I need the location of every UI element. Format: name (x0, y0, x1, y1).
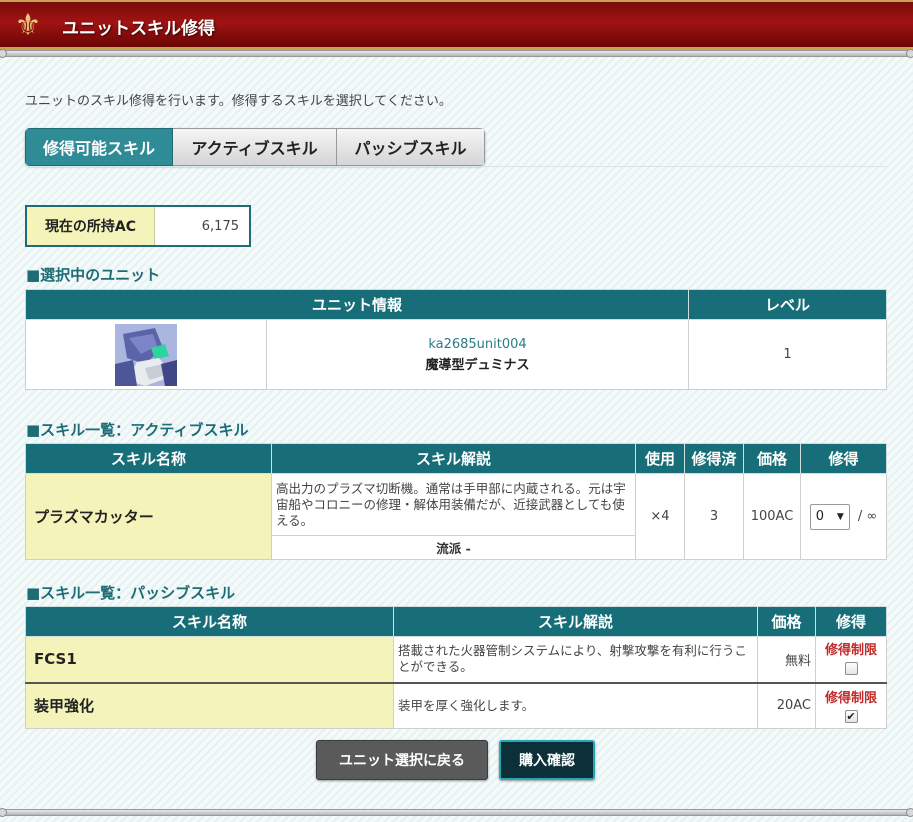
acquire-limit-label: 修得制限 (824, 643, 877, 659)
rail-knob-left (0, 49, 7, 58)
active-skill-learned: 3 (684, 473, 744, 560)
unit-name: 魔導型デュミナス (425, 357, 530, 373)
active-acquire-header: 修得 (800, 443, 887, 474)
ac-value: 6,175 (201, 218, 239, 234)
tab-active-skills[interactable]: アクティブスキル (173, 128, 337, 166)
table-row: 装甲強化 装甲を厚く強化します。 20AC 修得制限 ✔ (25, 682, 887, 729)
rail-knob-right (906, 808, 913, 817)
passive-skill-price: 無料 (757, 636, 816, 683)
top-rail (0, 49, 913, 58)
unit-robot-image (115, 323, 177, 386)
rail-knob-right (906, 49, 913, 58)
active-name-header: スキル名称 (25, 443, 272, 474)
level-header: レベル (688, 289, 887, 320)
active-skills-table: スキル名称 スキル解説 使用 修得済 価格 修得 プラズマカッター 高出力のプラ… (25, 443, 887, 560)
active-skill-name: プラズマカッター (25, 473, 272, 560)
active-skills-title: ■スキル一覧：アクティブスキル (26, 421, 249, 439)
unit-thumbnail-cell (25, 319, 267, 390)
page-header: ⚜ ユニットスキル修得 (0, 0, 913, 50)
checkmark-icon: ✔ (846, 710, 856, 724)
unit-info-header: ユニット情報 (25, 289, 689, 320)
passive-skill-desc: 装甲を厚く強化します。 (393, 682, 758, 729)
selected-unit-title: ■選択中のユニット (26, 266, 161, 284)
active-skill-use: ×4 (635, 473, 685, 560)
tab-learnable-skills[interactable]: 修得可能スキル (25, 128, 173, 166)
passive-skills-title: ■スキル一覧：パッシブスキル (26, 584, 236, 602)
passive-skill-desc: 搭載された火器管制システムにより、射撃攻撃を有利に行うことができる。 (393, 636, 758, 683)
passive-skill-acquire-cell: 修得制限 ✔ (815, 682, 887, 729)
back-to-unit-select-button[interactable]: ユニット選択に戻る (316, 740, 488, 780)
passive-desc-header: スキル解説 (393, 606, 758, 637)
ac-label: 現在の所持AC (27, 207, 155, 245)
chevron-down-icon: ▼ (836, 511, 844, 522)
acquire-checkbox[interactable] (844, 662, 858, 676)
acquire-max: / ∞ (857, 509, 878, 524)
unit-info-cell: ka2685unit004 魔導型デュミナス (266, 319, 689, 390)
page-title: ユニットスキル修得 (62, 19, 215, 39)
purchase-confirm-button[interactable]: 購入確認 (499, 740, 595, 780)
fleur-de-lis-icon: ⚜ (14, 8, 42, 43)
acquire-count-select[interactable]: 0 ▼ (809, 503, 850, 530)
unit-level: 1 (688, 319, 887, 390)
rail-knob-left (0, 808, 7, 817)
active-price-header: 価格 (743, 443, 801, 474)
acquire-count-value: 0 (815, 509, 825, 524)
tab-divider (25, 166, 885, 167)
unit-thumbnail[interactable] (115, 323, 177, 386)
passive-skill-price: 20AC (757, 682, 816, 729)
active-skill-desc: 高出力のプラズマ切断機。通常は手甲部に内蔵される。元は宇宙船やコロニーの修理・解… (271, 473, 636, 536)
active-skill-school: 流派 - (271, 535, 636, 560)
table-row: FCS1 搭載された火器管制システムにより、射撃攻撃を有利に行うことができる。 … (25, 636, 887, 683)
active-skill-price: 100AC (743, 473, 801, 560)
intro-text: ユニットのスキル修得を行います。修得するスキルを選択してください。 (25, 94, 452, 109)
tab-passive-skills[interactable]: パッシブスキル (337, 128, 485, 166)
selected-unit-table: ユニット情報 レベル ka2685unit004 魔導型デュミナス 1 (25, 289, 887, 390)
unit-id-link[interactable]: ka2685unit004 (267, 337, 688, 352)
ac-balance-box: 現在の所持AC 6,175 (25, 205, 251, 247)
acquire-checkbox[interactable]: ✔ (844, 710, 858, 724)
active-desc-header: スキル解説 (271, 443, 636, 474)
active-learned-header: 修得済 (684, 443, 744, 474)
active-use-header: 使用 (635, 443, 685, 474)
passive-name-header: スキル名称 (25, 606, 394, 637)
passive-price-header: 価格 (757, 606, 816, 637)
passive-acquire-header: 修得 (815, 606, 887, 637)
passive-skill-name: FCS1 (25, 636, 394, 683)
skill-tabs: 修得可能スキル アクティブスキル パッシブスキル (25, 128, 485, 166)
acquire-limit-label: 修得制限 (824, 691, 877, 707)
passive-skills-table: スキル名称 スキル解説 価格 修得 FCS1 搭載された火器管制システムにより、… (25, 606, 887, 729)
active-skill-acquire-cell: 0 ▼ / ∞ (800, 473, 887, 560)
table-row: プラズマカッター 高出力のプラズマ切断機。通常は手甲部に内蔵される。元は宇宙船や… (25, 473, 887, 560)
passive-skill-name: 装甲強化 (25, 682, 394, 729)
bottom-rail (0, 808, 913, 817)
passive-skill-acquire-cell: 修得制限 (815, 636, 887, 683)
